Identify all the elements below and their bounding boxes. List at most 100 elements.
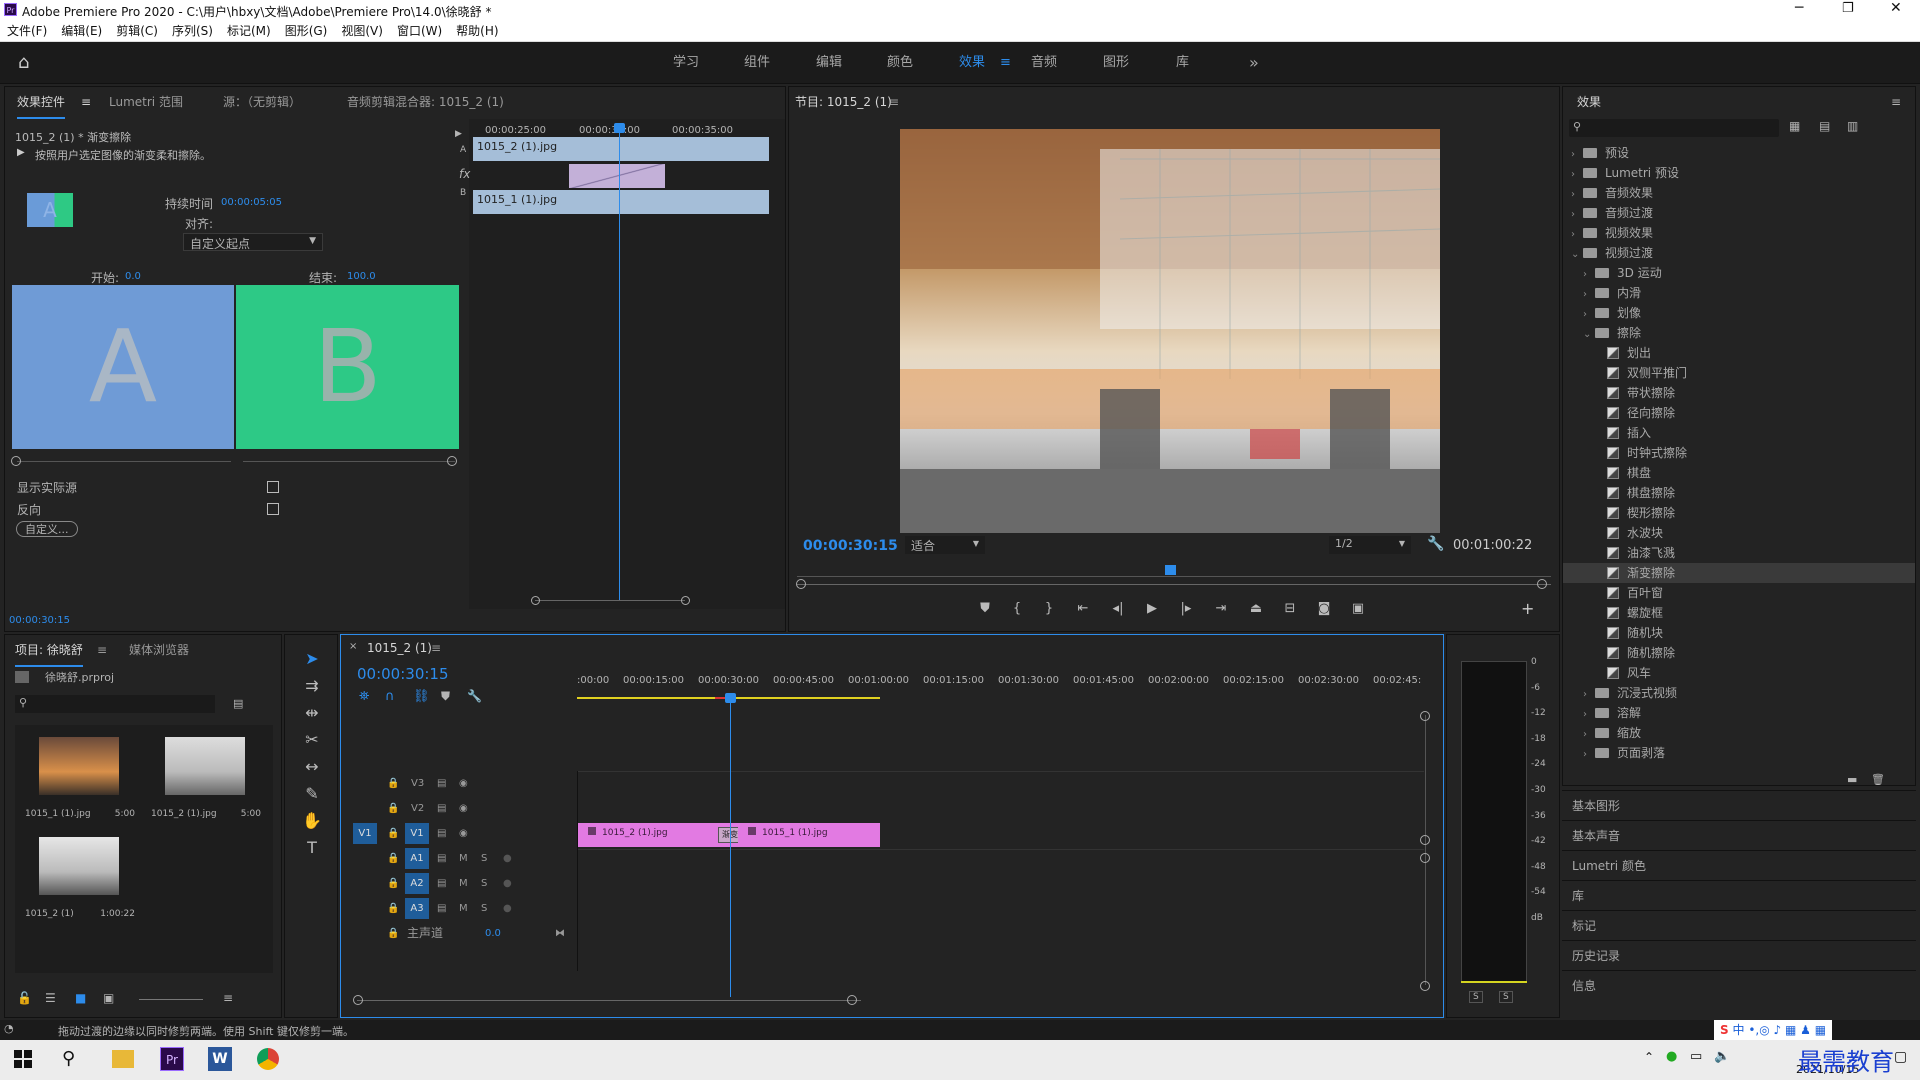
ec-playhead[interactable]: [619, 125, 620, 601]
panel-libraries[interactable]: 库: [1562, 880, 1916, 910]
chevron-down-icon[interactable]: ⌄: [1583, 325, 1595, 345]
effects-tree-item[interactable]: 插入: [1563, 423, 1915, 443]
windows-start-icon[interactable]: [14, 1050, 32, 1068]
ec-scroll-left-handle[interactable]: [531, 596, 540, 605]
v1-label[interactable]: V1: [405, 823, 429, 844]
workspace-effects[interactable]: 效果: [959, 42, 985, 84]
ime-toolbar[interactable]: S 中 •,◎ ♪ ▦ ♟ ▦: [1714, 1020, 1833, 1040]
effects-tree-item[interactable]: 楔形擦除: [1563, 503, 1915, 523]
ec-playhead-handle[interactable]: [614, 123, 625, 133]
effects-tree-item[interactable]: › 缩放: [1563, 723, 1915, 743]
panel-history[interactable]: 历史记录: [1562, 940, 1916, 970]
chrome-taskbar-icon[interactable]: [257, 1048, 279, 1070]
maximize-button[interactable]: ❐: [1842, 1, 1854, 16]
effects-tree-item[interactable]: › 溶解: [1563, 703, 1915, 723]
premiere-taskbar-icon[interactable]: Pr: [160, 1047, 184, 1071]
slip-tool-icon[interactable]: ↔: [297, 753, 327, 780]
lift-icon[interactable]: ⏏: [1239, 601, 1273, 616]
vscroll-handle-2[interactable]: [1420, 835, 1430, 845]
tab-source[interactable]: 源：（无剪辑）: [223, 87, 301, 117]
nest-icon[interactable]: ⛯: [359, 689, 369, 704]
effects-tree-item[interactable]: ⌄ 擦除: [1563, 323, 1915, 343]
wrench-icon[interactable]: 🔧: [1427, 536, 1444, 552]
file-explorer-icon[interactable]: [112, 1050, 134, 1068]
type-tool-icon[interactable]: T: [297, 834, 327, 861]
timeline-playhead-handle[interactable]: [725, 693, 736, 703]
close-window-button[interactable]: ✕: [1890, 0, 1902, 16]
tab-lumetri-scopes[interactable]: Lumetri 范围: [109, 87, 183, 117]
effects-panel-title[interactable]: 效果: [1577, 87, 1601, 117]
start-value[interactable]: 0.0: [125, 271, 141, 282]
accelerated-effects-icon[interactable]: ▦: [1789, 119, 1800, 133]
meter-solo-right[interactable]: S: [1499, 991, 1513, 1003]
program-zoom-right-handle[interactable]: [1537, 579, 1547, 589]
a2-label[interactable]: A2: [405, 873, 429, 894]
v2-sync-icon[interactable]: ▤: [437, 796, 446, 821]
timeline-playhead[interactable]: [730, 697, 731, 997]
chevron-right-icon[interactable]: ›: [1583, 285, 1595, 305]
effects-tree-item[interactable]: › 3D 运动: [1563, 263, 1915, 283]
go-to-out-icon[interactable]: ⇥: [1203, 601, 1239, 616]
effects-tree-item[interactable]: 油漆飞溅: [1563, 543, 1915, 563]
end-slider[interactable]: [243, 461, 455, 462]
linked-selection-icon[interactable]: ⛓: [413, 689, 430, 704]
effects-tree-item[interactable]: 带状擦除: [1563, 383, 1915, 403]
home-icon[interactable]: ⌂: [18, 52, 29, 73]
project-menu-icon[interactable]: ≡: [97, 635, 107, 665]
timeline-timecode[interactable]: 00:00:30:15: [357, 665, 449, 683]
v1-sync-icon[interactable]: ▤: [437, 821, 446, 846]
hand-tool-icon[interactable]: ✋: [297, 807, 327, 834]
project-search[interactable]: ⚲: [15, 695, 215, 713]
ec-clip-b[interactable]: 1015_1 (1).jpg: [473, 190, 769, 214]
effects-tree-item[interactable]: › 视频效果: [1563, 223, 1915, 243]
razor-tool-icon[interactable]: ✂: [297, 726, 327, 753]
menu-clip[interactable]: 剪辑(C): [109, 20, 165, 42]
new-bin-from-search-icon[interactable]: ▤: [233, 697, 243, 710]
step-back-icon[interactable]: ◂|: [1101, 601, 1135, 616]
show-actual-checkbox[interactable]: [267, 481, 279, 493]
menu-graphics[interactable]: 图形(G): [278, 20, 335, 42]
selection-tool-icon[interactable]: ➤: [297, 645, 327, 672]
timeline-vscroll[interactable]: [1425, 715, 1426, 985]
32bit-effects-icon[interactable]: ▤: [1819, 119, 1830, 133]
hscroll-right-handle[interactable]: [847, 995, 857, 1005]
a3-lock-icon[interactable]: 🔒: [387, 896, 399, 921]
master-value[interactable]: 0.0: [485, 921, 501, 946]
effects-tree-item[interactable]: › 页面剥落: [1563, 743, 1915, 763]
chevron-right-icon[interactable]: ›: [1583, 685, 1595, 705]
chevron-right-icon[interactable]: ›: [1583, 265, 1595, 285]
chevron-right-icon[interactable]: ›: [1571, 165, 1583, 185]
volume-icon[interactable]: 🔈: [1714, 1049, 1730, 1064]
effects-tree-item[interactable]: › Lumetri 预设: [1563, 163, 1915, 183]
duration-value[interactable]: 00:00:05:05: [221, 197, 282, 208]
workspace-graphics[interactable]: 图形: [1103, 42, 1129, 84]
meter-solo-left[interactable]: S: [1469, 991, 1483, 1003]
effects-tree-item[interactable]: 双侧平推门: [1563, 363, 1915, 383]
add-marker-timeline-icon[interactable]: ⛊: [441, 689, 450, 704]
ec-scroll-bar[interactable]: [535, 600, 685, 601]
effects-search[interactable]: ⚲: [1569, 119, 1779, 137]
effects-tree-item[interactable]: 径向擦除: [1563, 403, 1915, 423]
program-title[interactable]: 节目: 1015_2 (1): [795, 87, 892, 117]
menu-file[interactable]: 文件(F): [0, 20, 54, 42]
a1-mic-icon[interactable]: ●: [503, 846, 512, 871]
lock-icon[interactable]: 🔓: [17, 991, 32, 1005]
a3-mic-icon[interactable]: ●: [503, 896, 512, 921]
workspace-editing[interactable]: 编辑: [816, 42, 842, 84]
a2-mic-icon[interactable]: ●: [503, 871, 512, 896]
effects-tree-item[interactable]: › 音频过渡: [1563, 203, 1915, 223]
v2-eye-icon[interactable]: ◉: [459, 796, 468, 821]
button-editor-icon[interactable]: +: [1521, 599, 1534, 618]
chevron-down-icon[interactable]: ⌄: [1571, 245, 1583, 265]
workspace-audio[interactable]: 音频: [1031, 42, 1057, 84]
program-menu-icon[interactable]: ≡: [889, 87, 899, 117]
custom-button[interactable]: 自定义...: [16, 521, 78, 537]
tray-chevron-icon[interactable]: ⌃: [1644, 1050, 1654, 1064]
a2-solo[interactable]: S: [481, 871, 487, 896]
end-value[interactable]: 100.0: [347, 271, 376, 282]
a1-solo[interactable]: S: [481, 846, 487, 871]
chevron-right-icon[interactable]: ›: [1583, 725, 1595, 745]
go-to-in-icon[interactable]: ⇤: [1065, 601, 1101, 616]
master-toggle-icon[interactable]: ⧓: [555, 921, 565, 946]
list-view-icon[interactable]: ☰: [45, 991, 56, 1005]
